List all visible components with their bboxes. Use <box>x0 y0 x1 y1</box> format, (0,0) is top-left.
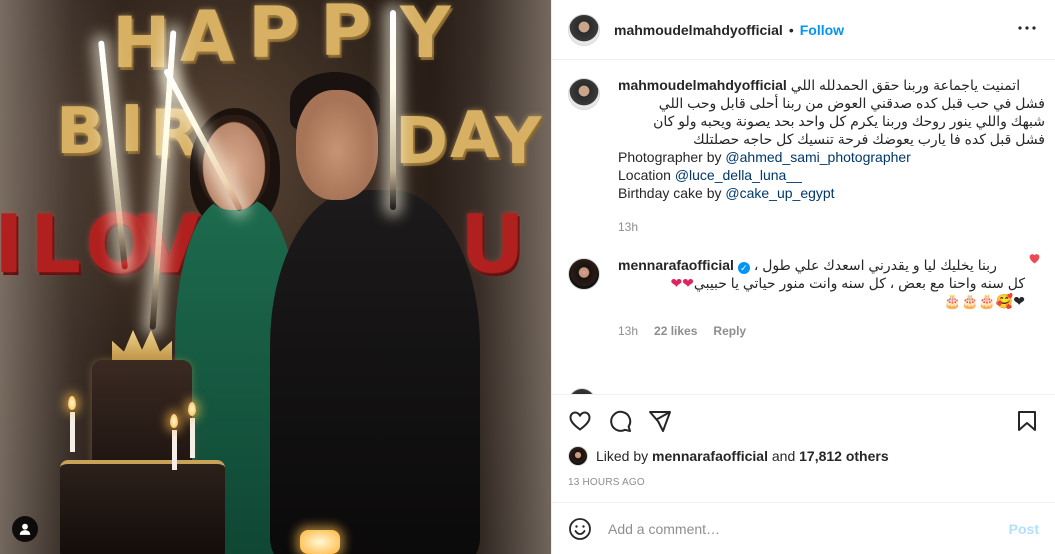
verified-badge-icon: ✓ <box>737 262 750 274</box>
balloon-letter: Y <box>495 105 542 179</box>
instagram-post: H A P P Y B I R D A Y I L O V U <box>0 0 1055 554</box>
cake-label: Birthday cake by <box>618 185 726 201</box>
author-avatar[interactable] <box>568 78 600 110</box>
cake-credit: Birthday cake by @cake_up_egypt <box>618 184 1045 202</box>
post-photo[interactable]: H A P P Y B I R D A Y I L O V U <box>0 0 551 554</box>
candle-flame <box>68 396 76 410</box>
candle <box>172 430 177 470</box>
likes-summary: Liked by mennarafaofficial and 17,812 ot… <box>568 441 1039 471</box>
liker-username[interactable]: mennarafaofficial <box>652 448 768 464</box>
post-header: mahmoudelmahdyofficial • Follow <box>552 0 1055 60</box>
candle-flame <box>188 402 196 416</box>
balloon-letter: H <box>112 2 171 84</box>
balloon-letter: D <box>395 105 449 179</box>
liker-avatar[interactable] <box>568 446 588 466</box>
location-mention[interactable]: @luce_della_luna__ <box>675 167 802 183</box>
comment-emoji-line: ❤🥰🎂🎂🎂 <box>943 293 1025 309</box>
comment-like-heart-icon[interactable] <box>1028 252 1041 267</box>
caption-time[interactable]: 13h <box>618 218 638 236</box>
author-avatar[interactable] <box>568 13 600 46</box>
comments-list[interactable]: mahmoudelmahdyofficial اتمنيت ياجماعة ور… <box>552 60 1055 394</box>
balloon-letter: A <box>180 0 235 78</box>
balloon-letter: B <box>56 95 105 169</box>
balloon-letter: L <box>30 198 81 291</box>
caption-text-line: شبهك واللي ينور روحك وربنا يكرم كل واحد … <box>653 113 1045 129</box>
emoji-smiley-icon[interactable] <box>568 517 592 541</box>
caption-text-line: فشل في حب قبل كده صدقني العوض من ربنا أح… <box>658 95 1045 111</box>
likes-text: Liked by mennarafaofficial and 17,812 ot… <box>596 448 889 464</box>
caption-meta: 13h <box>618 218 1045 236</box>
candle <box>70 412 75 452</box>
comment-text-line: كل سنه واحنا مع بعض ، كل سنه وانت منور ح… <box>618 274 1025 292</box>
photographer-credit: Photographer by @ahmed_sami_photographer <box>618 148 1045 166</box>
follow-button[interactable]: Follow <box>800 22 844 38</box>
balloon-letter: A <box>450 99 500 173</box>
post-side-panel: mahmoudelmahdyofficial • Follow mahmoude… <box>551 0 1055 554</box>
cake-top-tier <box>92 360 192 470</box>
balloon-letter: I <box>120 93 144 167</box>
add-comment-input[interactable] <box>608 520 1009 537</box>
location-credit: Location @luce_della_luna__ <box>618 166 1045 184</box>
comment-text-line: ربنا يخليك ليا و يقدرني اسعدك علي طول ، <box>753 257 997 273</box>
balloon-letter: I <box>0 198 24 291</box>
candle-flame <box>170 414 178 428</box>
balloon-letter: Y <box>400 0 451 74</box>
commenter-avatar[interactable] <box>568 258 600 290</box>
comment-meta: 13h 22 likes Reply <box>618 322 1025 340</box>
commenter-username[interactable]: mennarafaofficial <box>618 257 734 273</box>
man-figure <box>270 190 480 554</box>
comment-likes[interactable]: 22 likes <box>654 322 697 340</box>
cake-bottom-tier <box>60 460 225 554</box>
comment-time[interactable]: 13h <box>618 322 638 340</box>
comment-hearts: ❤❤ <box>670 275 694 291</box>
post-actions: Liked by mennarafaofficial and 17,812 ot… <box>552 394 1055 502</box>
cake-mention[interactable]: @cake_up_egypt <box>725 185 834 201</box>
save-bookmark-icon[interactable] <box>1015 409 1039 433</box>
candle <box>190 418 195 458</box>
author-username[interactable]: mahmoudelmahdyofficial <box>614 22 783 38</box>
sparkler <box>390 10 396 210</box>
more-options-icon[interactable] <box>1015 16 1039 44</box>
photographer-label: Photographer by <box>618 149 726 165</box>
caption: mahmoudelmahdyofficial اتمنيت ياجماعة ور… <box>568 76 1045 236</box>
likes-prefix: Liked by <box>596 448 653 464</box>
comment-text: كل سنه واحنا مع بعض ، كل سنه وانت منور ح… <box>693 275 1025 291</box>
comment-item: mennarafaofficial ✓ ربنا يخليك ليا و يقدر… <box>568 256 1045 340</box>
like-heart-icon[interactable] <box>568 409 592 433</box>
reply-button[interactable]: Reply <box>713 322 746 340</box>
location-label: Location <box>618 167 675 183</box>
post-comment-button[interactable]: Post <box>1009 521 1039 537</box>
next-comment-partial <box>568 388 808 394</box>
photographer-mention[interactable]: @ahmed_sami_photographer <box>725 149 910 165</box>
commenter-avatar <box>568 388 596 394</box>
comment-icon[interactable] <box>608 409 632 433</box>
candle-light <box>300 530 340 554</box>
add-comment-bar: Post <box>552 502 1055 554</box>
share-icon[interactable] <box>648 409 672 433</box>
action-icons <box>568 401 1039 441</box>
balloon-letter: P <box>320 0 372 72</box>
caption-text-line: اتمنيت ياجماعة وربنا حقق الحمدلله اللي <box>790 77 1021 93</box>
tagged-users-icon[interactable] <box>12 516 38 542</box>
likes-middle: and <box>767 448 800 464</box>
man-face <box>296 90 378 200</box>
likes-count[interactable]: 17,812 others <box>799 448 889 464</box>
header-separator: • <box>788 21 794 38</box>
caption-username[interactable]: mahmoudelmahdyofficial <box>618 77 787 93</box>
caption-text-line: فشل قبل كده فا يارب يعوضك فرحة تنسيك كل … <box>693 131 1045 147</box>
balloon-letter: P <box>248 0 300 74</box>
post-timestamp[interactable]: 13 HOURS AGO <box>568 471 1039 502</box>
